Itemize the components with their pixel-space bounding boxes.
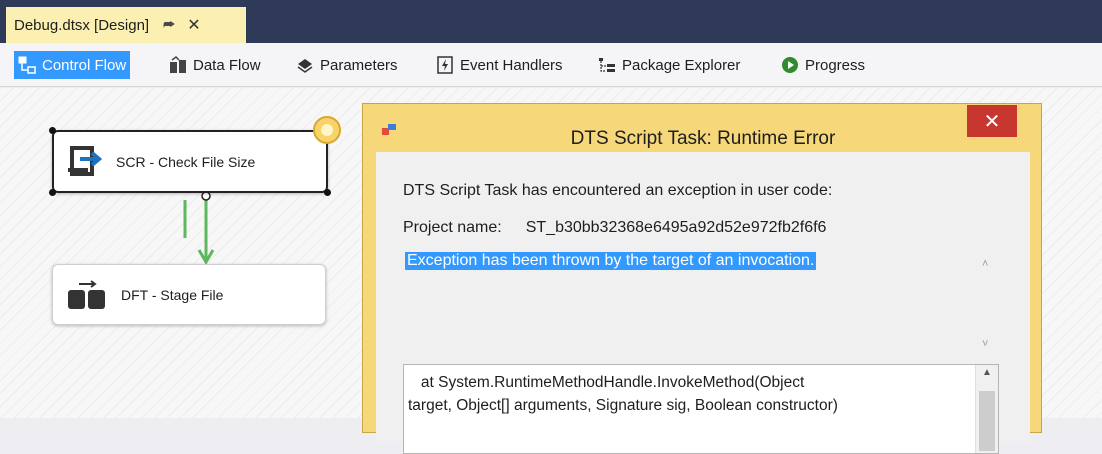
data-flow-task-icon: [67, 279, 107, 310]
execution-status-icon: [313, 116, 341, 144]
resize-handle[interactable]: [49, 189, 56, 196]
scrollbar-thumb[interactable]: [979, 391, 995, 451]
project-name-row: Project name: ST_b30bb32368e6495a92d52e97…: [403, 219, 826, 237]
scroll-up-icon[interactable]: ▲: [982, 367, 992, 378]
control-flow-icon: [18, 56, 36, 74]
document-tab-label: Debug.dtsx [Design]: [14, 16, 150, 34]
resize-handle[interactable]: [324, 189, 331, 196]
tab-event-handlers[interactable]: Event Handlers: [432, 51, 567, 79]
tab-data-flow-label: Data Flow: [193, 56, 261, 74]
package-explorer-icon: [598, 56, 616, 74]
close-icon[interactable]: ✕: [187, 15, 200, 35]
dialog-body: DTS Script Task has encountered an excep…: [376, 152, 1030, 454]
progress-icon: [781, 56, 799, 74]
tab-event-handlers-label: Event Handlers: [460, 56, 563, 74]
exception-text[interactable]: Exception has been thrown by the target …: [405, 252, 817, 270]
tab-control-flow-label: Control Flow: [42, 56, 127, 74]
precedence-constraint-stub: [183, 200, 187, 238]
runtime-error-dialog[interactable]: DTS Script Task: Runtime Error ✕ DTS Scr…: [362, 103, 1042, 454]
stack-trace-scrollbar[interactable]: ▲: [975, 365, 998, 453]
tab-progress[interactable]: Progress: [777, 51, 869, 79]
project-name-label: Project name:: [403, 219, 502, 236]
parameters-icon: [296, 56, 314, 74]
scroll-up-icon[interactable]: ˄: [982, 258, 988, 270]
tab-data-flow[interactable]: Data Flow: [165, 51, 265, 79]
data-flow-icon: [169, 56, 187, 74]
dialog-title: DTS Script Task: Runtime Error: [570, 128, 836, 149]
title-bar: Debug.dtsx [Design] ⮫ ✕: [0, 0, 1102, 43]
designer-toolbar: Control Flow Data Flow Parameters Event …: [0, 43, 1102, 87]
task-data-flow-stage-file[interactable]: DFT - Stage File: [52, 264, 326, 325]
tab-control-flow[interactable]: Control Flow: [14, 51, 131, 79]
task-label: DFT - Stage File: [121, 286, 224, 303]
tab-package-explorer[interactable]: Package Explorer: [594, 51, 744, 79]
scroll-down-icon[interactable]: ˅: [982, 338, 988, 350]
error-message: DTS Script Task has encountered an excep…: [403, 182, 833, 199]
precedence-constraint-arrow[interactable]: [195, 190, 217, 270]
dialog-close-button[interactable]: ✕: [967, 105, 1017, 137]
task-script-check-file-size[interactable]: SCR - Check File Size: [49, 127, 331, 196]
tab-parameters[interactable]: Parameters: [292, 51, 402, 79]
resize-handle[interactable]: [49, 127, 56, 134]
project-name-value: ST_b30bb32368e6495a92d52e972fb2f6f6: [525, 219, 827, 236]
tab-parameters-label: Parameters: [320, 56, 398, 74]
pin-icon[interactable]: ⮫: [163, 17, 175, 33]
script-task-icon: [66, 144, 103, 180]
event-handlers-icon: [436, 56, 454, 74]
stack-trace-textbox[interactable]: at System.RuntimeMethodHandle.InvokeMeth…: [403, 364, 999, 454]
tab-progress-label: Progress: [805, 56, 866, 74]
tab-package-explorer-label: Package Explorer: [622, 56, 741, 74]
task-label: SCR - Check File Size: [116, 153, 256, 170]
exception-textbox[interactable]: Exception has been thrown by the target …: [402, 252, 1002, 352]
stack-trace-text[interactable]: at System.RuntimeMethodHandle.InvokeMeth…: [408, 371, 968, 417]
document-tab[interactable]: Debug.dtsx [Design] ⮫ ✕: [6, 7, 246, 43]
